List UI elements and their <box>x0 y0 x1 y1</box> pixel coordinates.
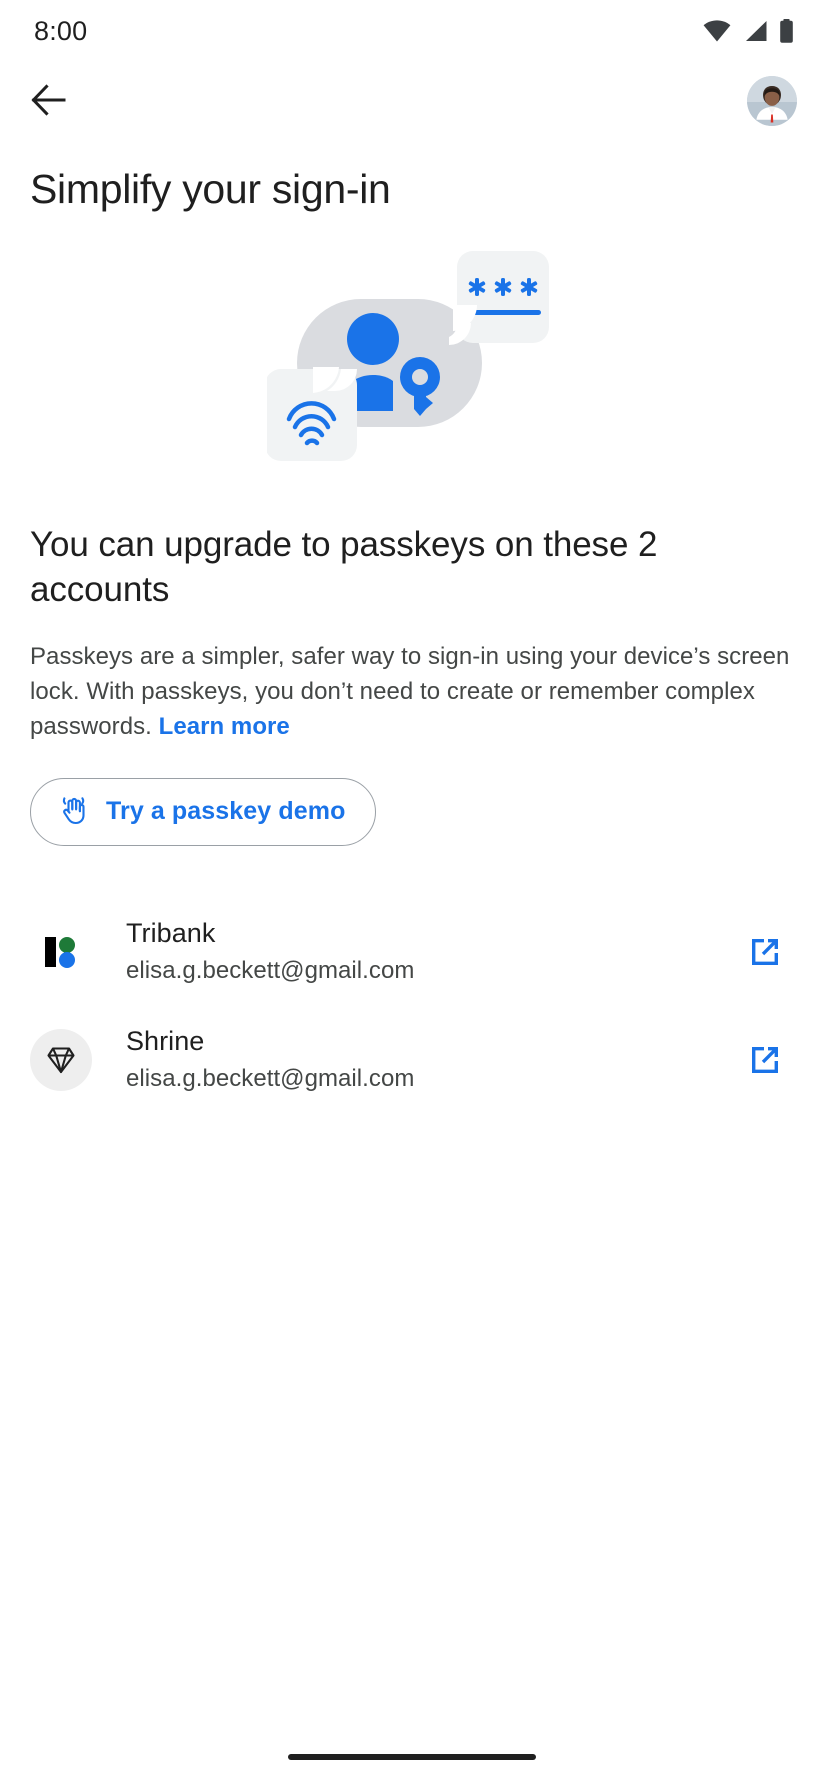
main-content: You can upgrade to passkeys on these 2 a… <box>0 511 824 1114</box>
gesture-nav-bar <box>0 1730 824 1784</box>
fingerprint-card-icon <box>267 369 357 462</box>
account-name: Tribank <box>126 918 216 949</box>
body-text-content: Passkeys are a simpler, safer way to sig… <box>30 642 790 740</box>
avatar[interactable] <box>747 76 797 126</box>
cellular-signal-icon <box>742 20 768 42</box>
account-email: elisa.g.beckett@gmail.com <box>126 1065 415 1093</box>
gesture-nav-handle[interactable] <box>288 1754 536 1760</box>
back-button[interactable] <box>30 74 84 128</box>
learn-more-link[interactable]: Learn more <box>159 713 290 740</box>
account-name: Shrine <box>126 1026 205 1057</box>
page-title: Simplify your sign-in <box>30 166 391 212</box>
passkeys-upgrade-screen: 8:00 Simplify your sign-in You can upgra… <box>0 0 824 1784</box>
table-row[interactable]: Tribank elisa.g.beckett@gmail.com <box>30 898 794 1006</box>
app-bar <box>0 62 824 140</box>
try-passkey-demo-button[interactable]: Try a passkey demo <box>30 777 377 846</box>
shrine-logo-wrapper <box>30 1028 92 1091</box>
account-text: Tribank elisa.g.beckett@gmail.com <box>126 916 738 987</box>
headline: You can upgrade to passkeys on these 2 a… <box>30 525 658 609</box>
shrine-diamond-icon <box>30 1028 92 1091</box>
wifi-icon <box>703 20 731 42</box>
passkey-illustration <box>267 251 549 462</box>
body-text: Passkeys are a simpler, safer way to sig… <box>30 639 794 744</box>
status-bar: 8:00 <box>0 0 824 62</box>
illustration-container <box>0 251 824 511</box>
table-row[interactable]: Shrine elisa.g.beckett@gmail.com <box>30 1006 794 1114</box>
status-bar-time: 8:00 <box>34 15 88 46</box>
battery-icon <box>779 19 794 43</box>
account-email: elisa.g.beckett@gmail.com <box>126 957 415 985</box>
open-in-new-icon[interactable] <box>738 1042 792 1078</box>
back-arrow-icon <box>30 82 70 121</box>
account-text: Shrine elisa.g.beckett@gmail.com <box>126 1024 738 1095</box>
open-in-new-icon[interactable] <box>738 934 792 970</box>
touch-hand-icon <box>57 794 89 829</box>
try-passkey-demo-label: Try a passkey demo <box>106 797 346 826</box>
account-list: Tribank elisa.g.beckett@gmail.com Shrine… <box>30 898 794 1114</box>
status-bar-icons <box>703 19 794 43</box>
tribank-logo-icon <box>30 929 92 975</box>
